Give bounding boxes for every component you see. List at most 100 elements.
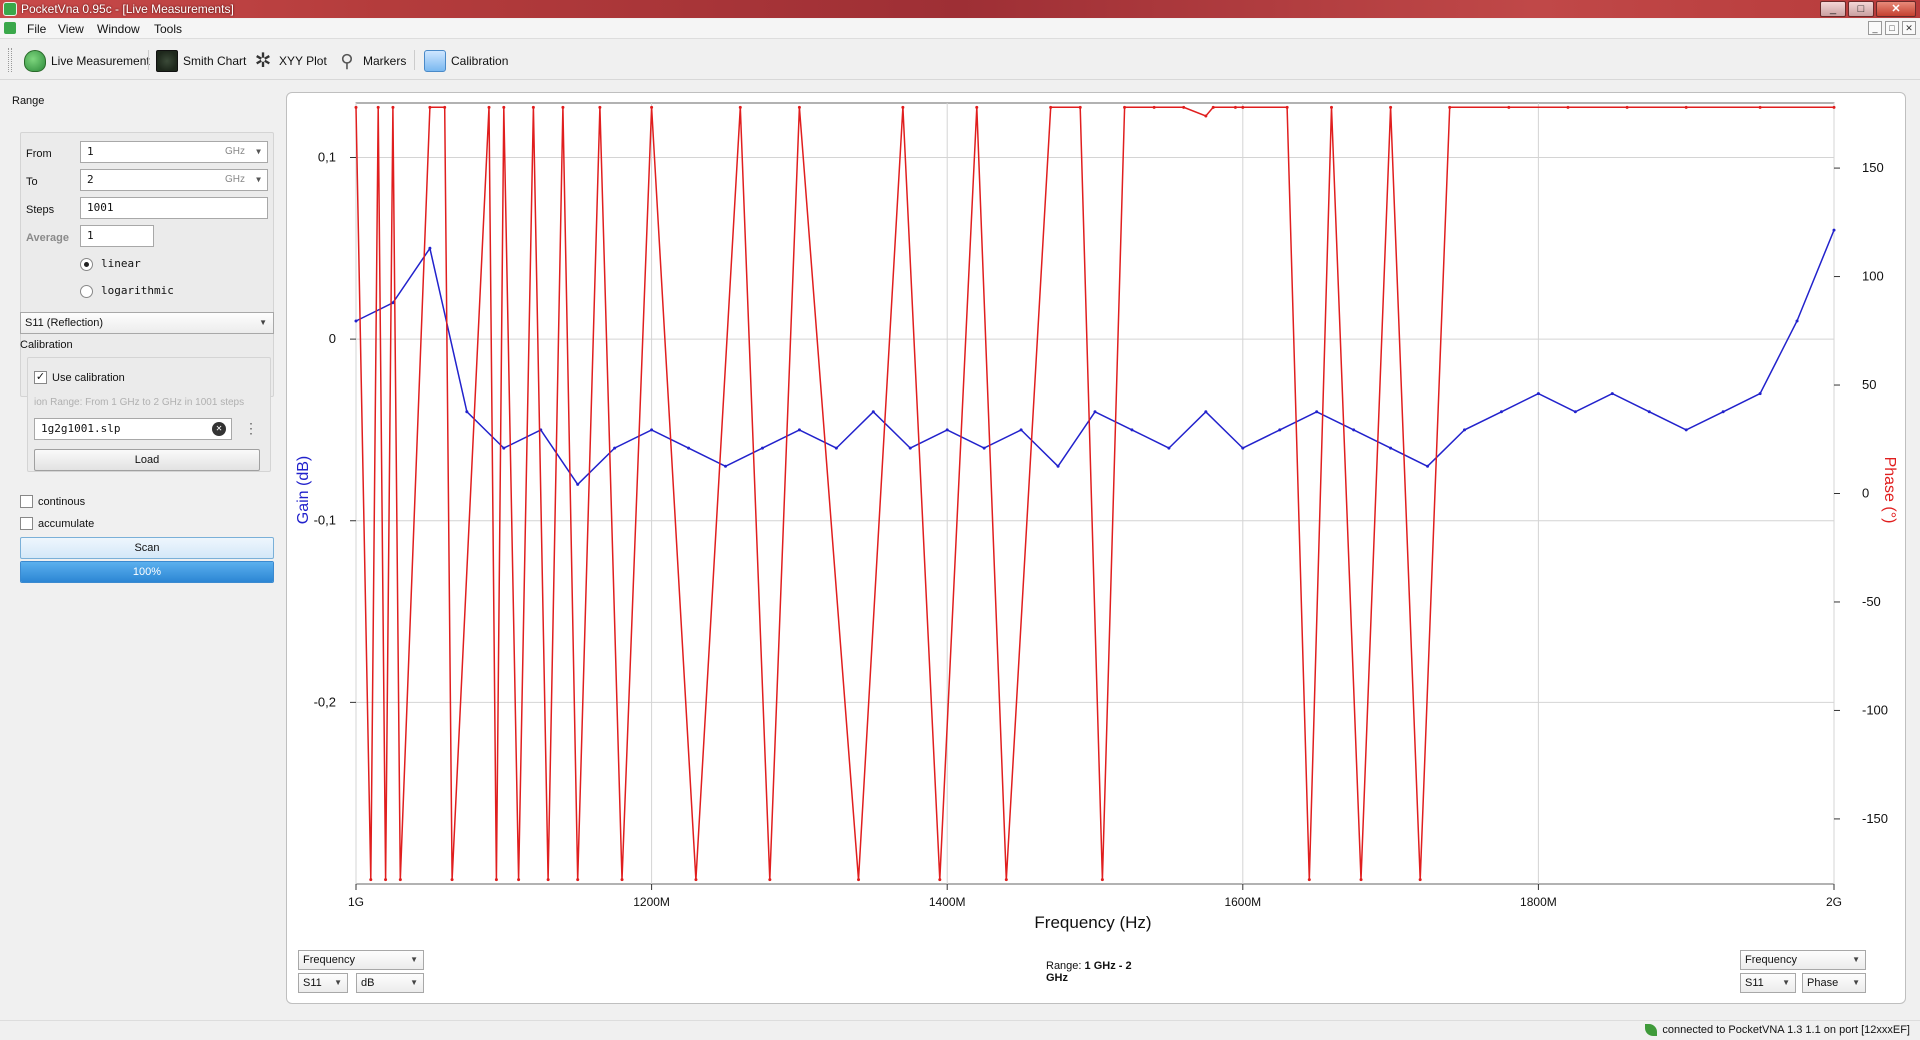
average-label: Average — [26, 232, 70, 244]
right-mode-select[interactable]: Frequency ▼ — [1740, 950, 1866, 970]
linear-label: linear — [101, 257, 141, 270]
minimize-button[interactable]: _ — [1820, 1, 1846, 17]
accumulate-label: accumulate — [38, 518, 95, 530]
from-field[interactable]: 1 GHz ▼ — [80, 141, 268, 163]
live-measurement-icon — [24, 50, 46, 72]
status-bar: connected to PocketVNA 1.3 1.1 on port [… — [0, 1020, 1920, 1040]
steps-label: Steps — [26, 204, 55, 216]
accumulate-checkbox[interactable] — [20, 517, 33, 530]
steps-value: 1001 — [87, 201, 114, 214]
menu-view[interactable]: View — [58, 22, 84, 36]
from-unit: GHz — [225, 146, 245, 157]
from-value: 1 — [87, 145, 94, 158]
left-mode-value: Frequency — [303, 954, 355, 966]
title-bar: PocketVna 0.95c - [Live Measurements] _ … — [0, 0, 1920, 18]
chevron-down-icon[interactable]: ▼ — [256, 170, 261, 190]
close-button[interactable]: ✕ — [1876, 1, 1916, 17]
use-calibration-checkbox[interactable]: ✓ — [34, 371, 47, 384]
left-unit-select[interactable]: dB ▼ — [356, 973, 424, 993]
range-prefix: Range: — [1046, 960, 1082, 972]
s-parameter-select[interactable]: S11 (Reflection) ▼ — [20, 312, 274, 334]
s-parameter-value: S11 (Reflection) — [25, 317, 104, 329]
use-calibration-label: Use calibration — [52, 372, 125, 384]
toolbar-separator — [414, 50, 415, 70]
to-value: 2 — [87, 173, 94, 186]
maximize-button[interactable]: □ — [1848, 1, 1874, 17]
right-param-value: S11 — [1745, 977, 1764, 989]
left-unit-value: dB — [361, 977, 375, 989]
chevron-down-icon: ▼ — [410, 978, 418, 987]
toolbar: Live Measurement Smith Chart ✲ XYY Plot … — [0, 40, 1920, 80]
smith-chart-button[interactable]: Smith Chart — [156, 49, 246, 73]
chevron-down-icon: ▼ — [410, 955, 418, 964]
smith-chart-label: Smith Chart — [183, 54, 247, 68]
menu-file[interactable]: File — [27, 22, 46, 36]
xyy-plot-label: XYY Plot — [279, 54, 327, 68]
toolbar-handle[interactable] — [8, 48, 12, 72]
average-field[interactable]: 1 — [80, 225, 154, 247]
left-param-value: S11 — [303, 977, 322, 989]
chevron-down-icon: ▼ — [1852, 955, 1860, 964]
logarithmic-label: logarithmic — [101, 284, 174, 297]
calibration-info: ion Range: From 1 GHz to 2 GHz in 1001 s… — [34, 397, 245, 408]
live-measurement-button[interactable]: Live Measurement — [24, 49, 150, 73]
app-icon — [3, 2, 17, 16]
status-text: connected to PocketVNA 1.3 1.1 on port [… — [1662, 1024, 1910, 1036]
scan-progress-bar: 100% — [20, 561, 274, 583]
calibration-file-field[interactable]: 1g2g1001.slp ✕ — [34, 418, 232, 440]
right-mode-value: Frequency — [1745, 954, 1797, 966]
smith-chart-icon — [156, 50, 178, 72]
toolbar-separator — [148, 50, 149, 70]
continous-checkbox[interactable] — [20, 495, 33, 508]
scan-button[interactable]: Scan — [20, 537, 274, 559]
mdi-minimize-button[interactable]: _ — [1868, 21, 1882, 35]
to-unit: GHz — [225, 174, 245, 185]
more-options-icon[interactable]: ⋮ — [244, 420, 258, 437]
calibration-heading: Calibration — [20, 339, 73, 351]
linear-radio[interactable] — [80, 258, 93, 271]
marker-pin-icon: ⚲ — [340, 51, 354, 71]
calibration-icon — [424, 50, 446, 72]
live-measurement-label: Live Measurement — [51, 54, 150, 68]
mdi-controls: _ □ ✕ — [1868, 21, 1916, 35]
steps-field[interactable]: 1001 — [80, 197, 268, 219]
chevron-down-icon: ▼ — [1782, 978, 1790, 987]
from-label: From — [26, 148, 52, 160]
average-value: 1 — [87, 229, 94, 242]
markers-label: Markers — [363, 54, 407, 68]
logarithmic-radio[interactable] — [80, 285, 93, 298]
chevron-down-icon[interactable]: ▼ — [256, 142, 261, 162]
load-button[interactable]: Load — [34, 449, 260, 471]
right-unit-value: Phase — [1807, 977, 1839, 989]
connection-icon — [1645, 1024, 1658, 1036]
xyy-plot-icon: ✲ — [254, 50, 272, 72]
continous-label: continous — [38, 496, 86, 508]
calibration-button[interactable]: Calibration — [424, 49, 508, 73]
range-info: Range: 1 GHz - 2 GHz — [1046, 960, 1142, 984]
chart-controls: Frequency ▼ S11 ▼ dB ▼ Range: 1 GHz - 2 … — [286, 943, 1906, 1004]
to-label: To — [26, 176, 38, 188]
chevron-down-icon: ▼ — [334, 978, 342, 987]
mdi-restore-button[interactable]: □ — [1885, 21, 1899, 35]
app-menu-icon[interactable] — [4, 22, 16, 34]
right-unit-select[interactable]: Phase ▼ — [1802, 973, 1866, 993]
range-heading: Range — [12, 95, 45, 107]
clear-icon[interactable]: ✕ — [212, 422, 226, 436]
left-param-select[interactable]: S11 ▼ — [298, 973, 348, 993]
to-field[interactable]: 2 GHz ▼ — [80, 169, 268, 191]
mdi-close-button[interactable]: ✕ — [1902, 21, 1916, 35]
left-mode-select[interactable]: Frequency ▼ — [298, 950, 424, 970]
menu-tools[interactable]: Tools — [154, 22, 182, 36]
chart-panel — [286, 92, 1906, 1004]
left-panel: Range From 1 GHz ▼ To 2 GHz ▼ Steps 1001… — [0, 90, 280, 1020]
calibration-file-value: 1g2g1001.slp — [41, 422, 121, 435]
chevron-down-icon: ▼ — [259, 318, 267, 327]
right-param-select[interactable]: S11 ▼ — [1740, 973, 1796, 993]
calibration-label: Calibration — [451, 54, 509, 68]
menu-bar: File View Window Tools _ □ ✕ — [0, 19, 1920, 39]
xyy-plot-button[interactable]: ✲ XYY Plot — [252, 49, 327, 73]
markers-button[interactable]: ⚲ Markers — [336, 49, 406, 73]
chevron-down-icon: ▼ — [1852, 978, 1860, 987]
window-controls: _ □ ✕ — [1820, 0, 1916, 18]
menu-window[interactable]: Window — [97, 22, 140, 36]
